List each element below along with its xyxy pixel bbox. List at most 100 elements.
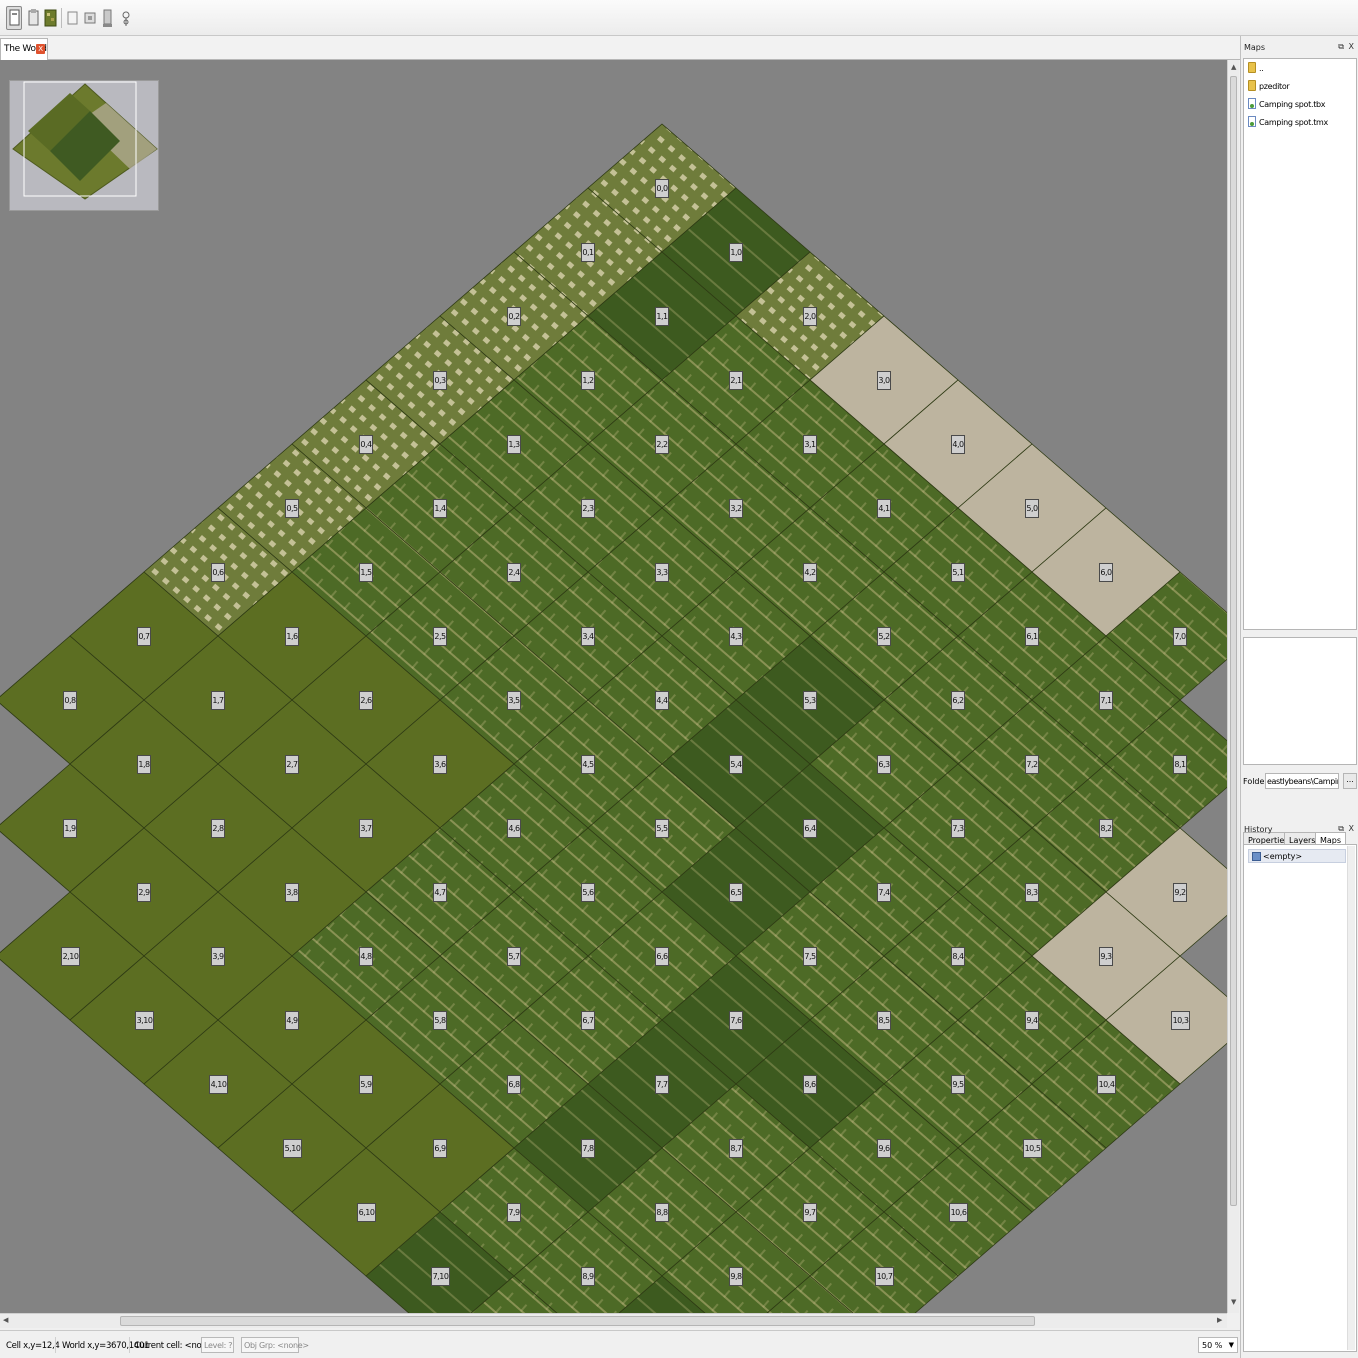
cell-label: 7,2	[1025, 755, 1039, 774]
cell-label: 0,2	[507, 307, 521, 326]
cell-label: 2,2	[655, 435, 669, 454]
folder-icon	[1248, 80, 1256, 91]
zoom-select[interactable]: 50 % ▼	[1198, 1337, 1238, 1353]
world-map-view[interactable]: 0,0 0,1 0,2 0,3 0,4 0,5 0,6 0,7 0,8 1,0 1,1 1,2 1,3 1…	[0, 60, 1227, 1313]
cell-label: 0,0	[655, 179, 669, 198]
cell-label: 8,2	[1099, 819, 1113, 838]
cell-label: 2,8	[211, 819, 225, 838]
cell-label: 1,5	[359, 563, 373, 582]
cell-label: 0,8	[63, 691, 77, 710]
cell-coordinates: Cell x,y=12,4	[6, 1341, 60, 1351]
cell-label: 9,7	[803, 1203, 817, 1222]
cell-label: 3,9	[211, 947, 225, 966]
cell-label: 4,3	[729, 627, 743, 646]
scroll-left-icon[interactable]: ◀	[3, 1316, 8, 1324]
status-bar: Cell x,y=12,4 World x,y=3670,1401 Curren…	[0, 1330, 1240, 1358]
cell-label: 7,0	[1173, 627, 1187, 646]
list-item[interactable]: ..	[1244, 59, 1356, 77]
cell-label: 4,2	[803, 563, 817, 582]
world-map-canvas[interactable]	[0, 60, 1227, 1313]
cell-label: 10,3	[1171, 1011, 1190, 1030]
cell-label: 8,8	[655, 1203, 669, 1222]
paste-tool-icon[interactable]	[25, 6, 41, 30]
close-tab-icon[interactable]: X	[36, 44, 45, 54]
cell-label: 8,3	[1025, 883, 1039, 902]
cell-label: 5,2	[877, 627, 891, 646]
scroll-right-icon[interactable]: ▶	[1217, 1316, 1222, 1324]
cell-label: 7,10	[431, 1267, 450, 1286]
vertical-scroll-thumb[interactable]	[1230, 76, 1237, 1206]
page-icon[interactable]	[64, 6, 80, 30]
cell-label: 1,0	[729, 243, 743, 262]
minimap[interactable]	[9, 80, 159, 211]
dock-float-close-icon[interactable]: ⧉ X	[1338, 42, 1355, 52]
cell-label: 1,6	[285, 627, 299, 646]
cell-label: 4,1	[877, 499, 891, 518]
history-item[interactable]: <empty>	[1248, 849, 1346, 863]
cell-label: 1,1	[655, 307, 669, 326]
cell-label: 6,1	[1025, 627, 1039, 646]
level-selector[interactable]: Level: ?	[201, 1337, 234, 1353]
cell-label: 8,7	[729, 1139, 743, 1158]
select-tool-icon[interactable]	[6, 6, 22, 30]
tab-the-world[interactable]: The World X	[0, 38, 48, 60]
cell-label: 8,4	[951, 947, 965, 966]
cell-label: 7,1	[1099, 691, 1113, 710]
cell-label: 6,4	[803, 819, 817, 838]
cell-label: 4,6	[507, 819, 521, 838]
cell-label: 2,5	[433, 627, 447, 646]
cell-label: 8,1	[1173, 755, 1187, 774]
history-scrollbar[interactable]	[1347, 846, 1355, 1350]
folder-path-field[interactable]: eastlybeans\Campingspot	[1265, 773, 1339, 789]
cell-label: 10,7	[875, 1267, 894, 1286]
cell-label: 6,2	[951, 691, 965, 710]
cell-label: 5,3	[803, 691, 817, 710]
maps-file-list[interactable]: .. pzeditor Camping spot.tbx Camping spo…	[1243, 58, 1357, 630]
cell-label: 3,10	[135, 1011, 154, 1030]
document-tabbar: The World X	[0, 36, 1240, 60]
cell-label: 9,5	[951, 1075, 965, 1094]
cell-label: 0,6	[211, 563, 225, 582]
vertical-scrollbar[interactable]: ▲ ▼	[1227, 60, 1239, 1313]
right-dock: Maps ⧉ X .. pzeditor Camping spot.tbx Ca…	[1240, 36, 1358, 1358]
cell-label: 4,7	[433, 883, 447, 902]
cell-label: 4,5	[581, 755, 595, 774]
layers-icon[interactable]	[82, 6, 98, 30]
horizontal-scrollbar[interactable]: ◀ ▶	[0, 1313, 1227, 1328]
object-group-selector[interactable]: Obj Grp: <none>	[241, 1337, 309, 1353]
browse-folder-button[interactable]: ...	[1343, 773, 1357, 789]
cell-label: 7,4	[877, 883, 891, 902]
list-item[interactable]: pzeditor	[1244, 77, 1356, 95]
zoom-value: 50 %	[1202, 1341, 1223, 1350]
list-item[interactable]: Camping spot.tbx	[1244, 95, 1356, 113]
cell-label: 0,1	[581, 243, 595, 262]
history-list[interactable]: <empty>	[1243, 844, 1357, 1352]
cell-label: 5,4	[729, 755, 743, 774]
scroll-down-icon[interactable]: ▼	[1231, 1298, 1236, 1306]
cell-label: 4,4	[655, 691, 669, 710]
minimap-canvas	[12, 81, 158, 200]
scroll-up-icon[interactable]: ▲	[1231, 63, 1236, 71]
cell-label: 0,5	[285, 499, 299, 518]
cell-label: 1,2	[581, 371, 595, 390]
horizontal-scroll-thumb[interactable]	[120, 1316, 1035, 1326]
cell-label: 3,4	[581, 627, 595, 646]
cell-label: 6,9	[433, 1139, 447, 1158]
maps-panel-title: Maps ⧉ X	[1244, 42, 1355, 52]
cell-label: 7,6	[729, 1011, 743, 1030]
pin-icon[interactable]	[117, 6, 133, 30]
cell-label: 3,5	[507, 691, 521, 710]
cell-label: 3,6	[433, 755, 447, 774]
map-tool-icon[interactable]	[42, 6, 58, 30]
cell-label: 8,5	[877, 1011, 891, 1030]
dock-float-close-icon[interactable]: ⧉ X	[1338, 824, 1355, 834]
cell-label: 6,6	[655, 947, 669, 966]
cell-label: 6,3	[877, 755, 891, 774]
list-item[interactable]: Camping spot.tmx	[1244, 113, 1356, 131]
cell-label: 3,3	[655, 563, 669, 582]
stamp-icon[interactable]	[99, 6, 115, 30]
cell-label: 9,4	[1025, 1011, 1039, 1030]
world-editor-window: The World X 0,0 0,1 0,2 0,3 0,4 0,5 0,6 0,7 0,8 1…	[0, 0, 1358, 1358]
cell-label: 9,2	[1173, 883, 1187, 902]
cell-label: 2,1	[729, 371, 743, 390]
